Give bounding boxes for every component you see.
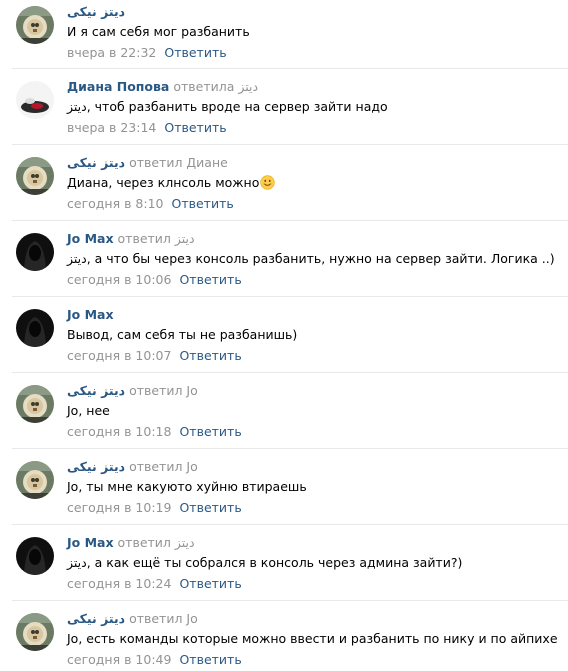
comment-meta: сегодня в 10:18 Ответить	[67, 424, 564, 439]
author-link[interactable]: Диана Попова	[67, 79, 169, 94]
comment-text-line: Вывод, сам себя ты не разбанишь)	[67, 327, 564, 343]
comment-header: دیتز نیکی	[67, 4, 564, 19]
reply-to-label: ответил Диане	[129, 155, 228, 170]
author-link[interactable]: دیتز نیکی	[67, 459, 125, 474]
comment-text: دیتز, чтоб разбанить вроде на сервер зай…	[67, 99, 388, 114]
author-link[interactable]: Jo Max	[67, 535, 114, 550]
comment-text-line: Jo, ты мне какуюто хуйню втираешь	[67, 479, 564, 495]
comment-header: Jo Max	[67, 307, 564, 322]
comment-body: دیتز نیکی ответил Jo Jo, ты мне какуюто ху…	[67, 459, 564, 515]
author-link[interactable]: Jo Max	[67, 307, 114, 322]
avatar[interactable]	[16, 157, 54, 195]
reply-button[interactable]: Ответить	[179, 424, 241, 439]
comment-meta: вчера в 23:14 Ответить	[67, 120, 564, 135]
reply-to-label: ответила دیتز	[173, 79, 259, 94]
comment-thread: دیتز نیکی И я сам себя мог разбанить вчера…	[0, 0, 568, 671]
comment-date-link[interactable]: сегодня в 10:19	[67, 500, 171, 515]
comment-date-link[interactable]: вчера в 23:14	[67, 120, 156, 135]
comment-item: Jo Max ответил دیتز دیتز, а как ещё ты соб…	[12, 525, 568, 601]
avatar[interactable]	[16, 6, 54, 44]
comment-meta: сегодня в 10:07 Ответить	[67, 348, 564, 363]
comment-date-link[interactable]: сегодня в 10:24	[67, 576, 171, 591]
reply-button[interactable]: Ответить	[164, 45, 226, 60]
comment-text: Jo, нее	[67, 403, 110, 418]
comment-text-line: Диана, через клнсоль можно	[67, 175, 564, 191]
comment-item: دیتز نیکی ответил Диане Диана, через клнсо…	[12, 145, 568, 221]
reply-button[interactable]: Ответить	[179, 272, 241, 287]
comment-item: Jo Max Вывод, сам себя ты не разбанишь) се…	[12, 297, 568, 373]
comment-header: دیتز نیکی ответил Jo	[67, 611, 564, 626]
comment-header: Jo Max ответил دیتز	[67, 231, 564, 246]
comment-item: دیتز نیکی И я сам себя мог разбанить вчера…	[12, 0, 568, 69]
comment-text: Вывод, сам себя ты не разбанишь)	[67, 327, 298, 342]
avatar[interactable]	[16, 233, 54, 271]
avatar[interactable]	[16, 81, 54, 119]
comment-item: دیتز نیکی ответил Jo Jo, нее сегодня в 10:1…	[12, 373, 568, 449]
comment-text-line: И я сам себя мог разбанить	[67, 24, 564, 40]
reply-button[interactable]: Ответить	[172, 196, 234, 211]
comment-meta: сегодня в 8:10 Ответить	[67, 196, 564, 211]
comment-date-link[interactable]: сегодня в 10:49	[67, 652, 171, 667]
comment-header: Диана Попова ответила دیتز	[67, 79, 564, 94]
comment-header: دیتز نیکی ответил Диане	[67, 155, 564, 170]
smiling-face-emoji	[260, 175, 276, 190]
comment-header: دیتز نیکی ответил Jo	[67, 459, 564, 474]
reply-to-label: ответил Jo	[129, 383, 198, 398]
comment-text: دیتز, а что бы через консоль разбанить, …	[67, 251, 555, 266]
comment-header: Jo Max ответил دیتز	[67, 535, 564, 550]
comment-meta: сегодня в 10:24 Ответить	[67, 576, 564, 591]
author-link[interactable]: دیتز نیکی	[67, 4, 125, 19]
comment-meta: вчера в 22:32 Ответить	[67, 45, 564, 60]
comment-text: Jo, ты мне какуюто хуйню втираешь	[67, 479, 307, 494]
comment-text-line: دیتز, а что бы через консоль разбанить, …	[67, 251, 564, 267]
comment-date-link[interactable]: сегодня в 10:06	[67, 272, 171, 287]
comment-body: Jo Max Вывод, сам себя ты не разбанишь) се…	[67, 307, 564, 363]
comment-body: Jo Max ответил دیتز دیتز, а что бы через к…	[67, 231, 564, 287]
comment-item: دیتز نیکی ответил Jo Jo, есть команды кото…	[12, 601, 568, 671]
comment-text-line: Jo, нее	[67, 403, 564, 419]
comment-item: Jo Max ответил دیتز دیتز, а что бы через к…	[12, 221, 568, 297]
comment-text-line: دیتز, а как ещё ты собрался в консоль че…	[67, 555, 564, 571]
comment-body: دیتز نیکی ответил Jo Jo, нее сегодня в 10:1…	[67, 383, 564, 439]
comment-body: Диана Попова ответила دیتز دیتز, чтоб разб…	[67, 79, 564, 135]
author-link[interactable]: دیتز نیکی	[67, 155, 125, 170]
author-link[interactable]: Jo Max	[67, 231, 114, 246]
comment-body: دیتز نیکی И я сам себя мог разбанить вчера…	[67, 4, 564, 60]
reply-to-label: ответил دیتز	[117, 535, 195, 550]
comment-meta: сегодня в 10:06 Ответить	[67, 272, 564, 287]
avatar[interactable]	[16, 537, 54, 575]
comment-text: Диана, через клнсоль можно	[67, 175, 260, 190]
author-link[interactable]: دیتز نیکی	[67, 383, 125, 398]
reply-to-label: ответил Jo	[129, 459, 198, 474]
avatar[interactable]	[16, 461, 54, 499]
comment-date-link[interactable]: сегодня в 10:07	[67, 348, 171, 363]
comment-body: Jo Max ответил دیتز دیتز, а как ещё ты соб…	[67, 535, 564, 591]
comment-text: Jo, есть команды которые можно ввести и …	[67, 631, 558, 646]
reply-button[interactable]: Ответить	[164, 120, 226, 135]
author-link[interactable]: دیتز نیکی	[67, 611, 125, 626]
comment-header: دیتز نیکی ответил Jo	[67, 383, 564, 398]
comment-item: Диана Попова ответила دیتز دیتز, чтоб разб…	[12, 69, 568, 145]
reply-button[interactable]: Ответить	[179, 652, 241, 667]
comment-date-link[interactable]: вчера в 22:32	[67, 45, 156, 60]
comment-body: دیتز نیکی ответил Jo Jo, есть команды кото…	[67, 611, 564, 667]
avatar[interactable]	[16, 309, 54, 347]
comment-body: دیتز نیکی ответил Диане Диана, через клнсо…	[67, 155, 564, 211]
comment-text-line: دیتز, чтоб разбанить вроде на сервер зай…	[67, 99, 564, 115]
comment-date-link[interactable]: сегодня в 10:18	[67, 424, 171, 439]
reply-button[interactable]: Ответить	[179, 348, 241, 363]
reply-button[interactable]: Ответить	[179, 576, 241, 591]
comment-text-line: Jo, есть команды которые можно ввести и …	[67, 631, 564, 647]
avatar[interactable]	[16, 385, 54, 423]
reply-to-label: ответил دیتز	[117, 231, 195, 246]
comment-text: И я сам себя мог разбанить	[67, 24, 250, 39]
comment-item: دیتز نیکی ответил Jo Jo, ты мне какуюто ху…	[12, 449, 568, 525]
comment-meta: сегодня в 10:49 Ответить	[67, 652, 564, 667]
reply-to-label: ответил Jo	[129, 611, 198, 626]
comment-meta: сегодня в 10:19 Ответить	[67, 500, 564, 515]
avatar[interactable]	[16, 613, 54, 651]
comment-text: دیتز, а как ещё ты собрался в консоль че…	[67, 555, 463, 570]
reply-button[interactable]: Ответить	[179, 500, 241, 515]
comment-date-link[interactable]: сегодня в 8:10	[67, 196, 164, 211]
